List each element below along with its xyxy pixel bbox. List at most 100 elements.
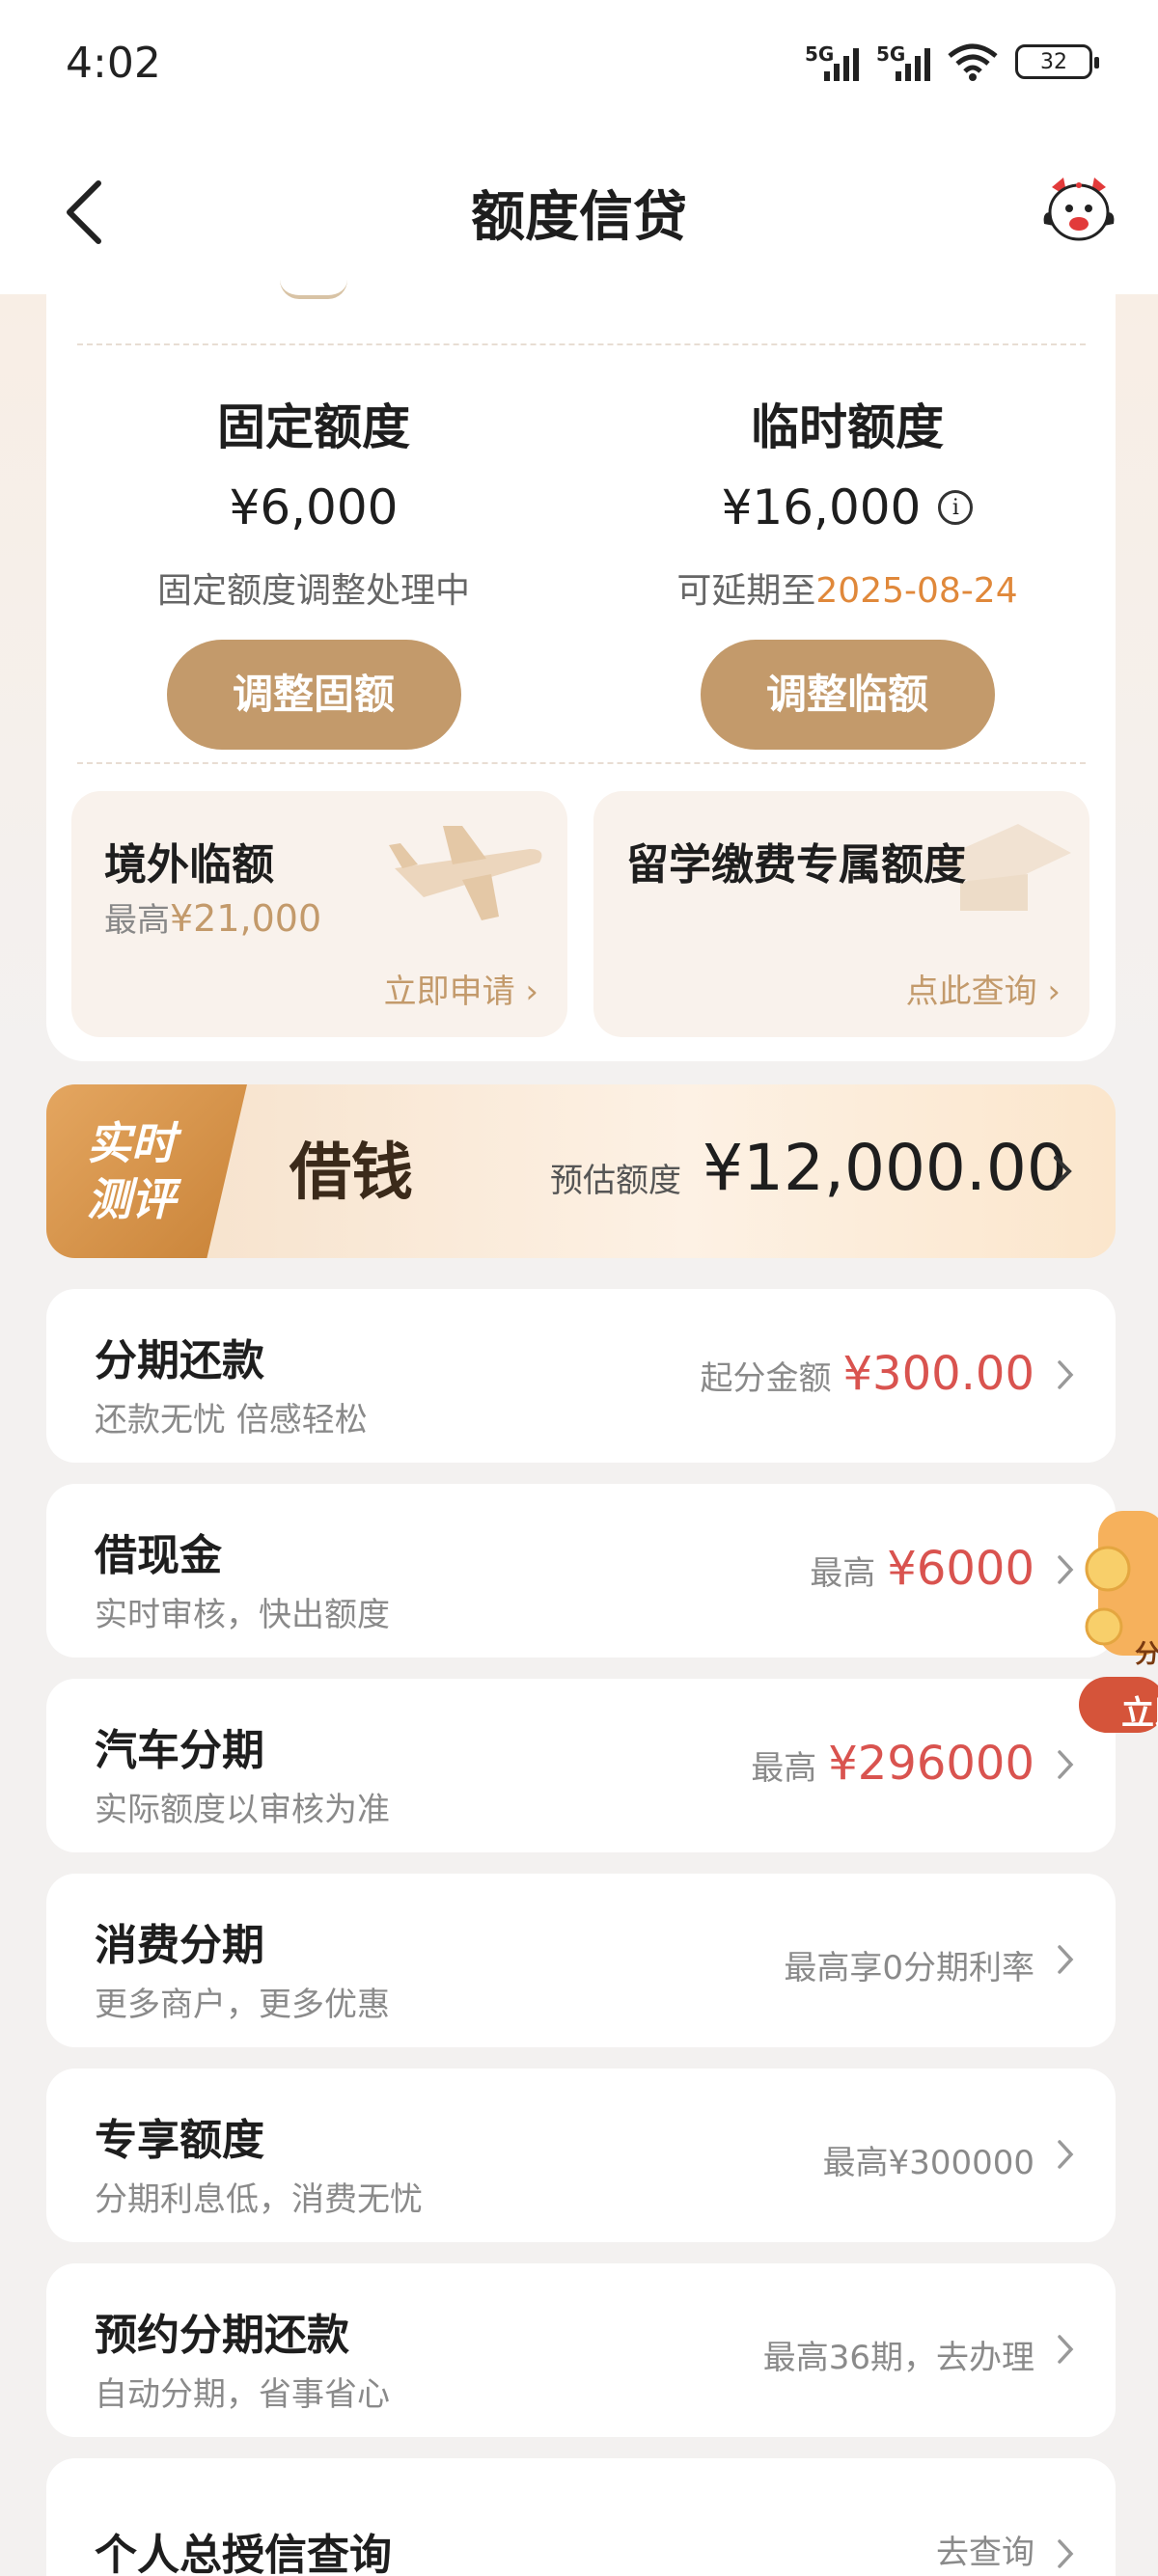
list-item-value-label: 最高 (751, 1749, 817, 1788)
list-item-title: 个人总授信查询 (95, 2531, 392, 2576)
divider (77, 343, 1086, 345)
signal-icon-2: 5G (876, 42, 930, 81)
coin-decoration (280, 280, 347, 299)
chevron-right-icon (1058, 1750, 1074, 1779)
overseas-quota-sub: 最高¥21,000 (104, 893, 321, 941)
chevron-right-icon: › (525, 973, 538, 1011)
battery-icon: 32 (1015, 44, 1099, 79)
list-item-value: 去查询 (936, 2526, 1034, 2573)
installment-repayment-card[interactable]: 分期还款 还款无忧 倍感轻松 起分金额 ¥300.00 (46, 1289, 1116, 1463)
overseas-quota-title: 境外临额 (104, 840, 274, 890)
overseas-apply-label: 立即申请 (383, 973, 515, 1011)
borrow-title: 借钱 (290, 1137, 413, 1209)
estimated-quota-amount: ¥12,000.00 (703, 1131, 1067, 1205)
list-item-subtitle: 分期利息低，消费无忧 (95, 2180, 423, 2219)
page-title: 额度信贷 (471, 186, 687, 249)
list-item-subtitle: 实际额度以审核为准 (95, 1791, 390, 1829)
list-item-title: 预约分期还款 (95, 2311, 349, 2360)
study-fee-query-label: 点此查询 (905, 973, 1037, 1011)
airplane-icon (389, 826, 542, 920)
temp-quota-section: 临时额度 ¥16,000 i 可延期至2025-08-24 调整临额 (654, 389, 1040, 750)
adjust-temp-button[interactable]: 调整临额 (700, 640, 995, 750)
realtime-eval-badge: 实时 测评 (46, 1084, 247, 1258)
list-item-subtitle: 更多商户，更多优惠 (95, 1986, 390, 2024)
study-fee-quota-card[interactable]: 留学缴费专属额度 点此查询 › (593, 791, 1089, 1037)
chevron-right-icon: › (1047, 973, 1061, 1011)
badge-line-1: 实时 (87, 1117, 176, 1169)
signal-icon: 5G (805, 42, 859, 81)
borrow-banner[interactable]: 实时 测评 借钱 预估额度 ¥12,000.00 (46, 1084, 1116, 1258)
list-item-value-amount: ¥300.00 (842, 1347, 1035, 1401)
list-item-subtitle: 实时审核，快出额度 (95, 1596, 390, 1634)
chevron-right-icon (1058, 2140, 1074, 2169)
badge-line-2: 测评 (87, 1173, 176, 1225)
fixed-quota-title: 固定额度 (217, 399, 410, 455)
fixed-quota-note: 固定额度调整处理中 (156, 571, 470, 611)
consumer-installment-card[interactable]: 消费分期 更多商户，更多优惠 最高享0分期利率 (46, 1874, 1116, 2047)
battery-level: 32 (1040, 49, 1067, 74)
status-time: 4:02 (66, 39, 161, 88)
list-item-title: 专享额度 (95, 2116, 264, 2165)
wifi-icon (948, 43, 998, 81)
temp-quota-amount: ¥16,000 i (654, 480, 1040, 535)
list-item-title: 汽车分期 (95, 1726, 264, 1775)
list-item-value-label: 起分金额 (700, 1359, 832, 1398)
floating-promo-widget[interactable]: 分 立即 (1079, 1511, 1158, 1733)
list-item-value-amount: ¥296000 (828, 1737, 1034, 1791)
divider-2 (77, 762, 1086, 764)
list-item-value-label: 最高 (810, 1554, 876, 1593)
chevron-right-icon (1058, 1360, 1074, 1389)
network-type-label-2: 5G (876, 42, 906, 66)
status-icons: 5G 5G 32 (805, 42, 1099, 81)
estimated-quota-label: 预估额度 (550, 1162, 681, 1200)
list-item-subtitle: 还款无忧 倍感轻松 (95, 1401, 368, 1439)
list-item-value: 最高享0分期利率 (784, 1941, 1034, 1988)
temp-quota-value: ¥16,000 (721, 480, 922, 535)
list-item-value-label: 最高36期，去办理 (762, 2339, 1034, 2377)
list-item-value: 最高¥300000 (823, 2136, 1034, 2183)
list-item-subtitle: 自动分期，省事省心 (95, 2375, 390, 2414)
study-fee-quota-title: 留学缴费专属额度 (626, 840, 966, 890)
list-item-value: 最高36期，去办理 (763, 2331, 1034, 2378)
promo-label-2: 立即 (1121, 1694, 1158, 1733)
list-item-value: 最高 ¥6000 (810, 1542, 1034, 1596)
chevron-right-icon (1054, 1156, 1072, 1187)
list-item-title: 分期还款 (95, 1336, 264, 1385)
fixed-quota-value: ¥6,000 (229, 480, 399, 535)
temp-quota-title: 临时额度 (751, 399, 944, 455)
adjust-fixed-button[interactable]: 调整固额 (166, 640, 461, 750)
study-fee-query-link[interactable]: 点此查询 › (906, 965, 1061, 1012)
list-item-value-label: 最高¥300000 (822, 2144, 1034, 2182)
chevron-right-icon (1058, 1945, 1074, 1974)
overseas-quota-card[interactable]: 境外临额 最高¥21,000 立即申请 › (71, 791, 567, 1037)
list-item-title: 消费分期 (95, 1921, 264, 1970)
exclusive-quota-card[interactable]: 专享额度 分期利息低，消费无忧 最高¥300000 (46, 2069, 1116, 2242)
chevron-right-icon (1058, 2335, 1074, 2364)
list-item-value: 起分金额 ¥300.00 (701, 1347, 1035, 1401)
temp-quota-note-prefix: 可延期至 (676, 571, 816, 611)
list-item-value-label: 去查询 (936, 2534, 1034, 2572)
promo-label-1: 分 (1135, 1640, 1158, 1669)
cash-loan-card[interactable]: 借现金 实时审核，快出额度 最高 ¥6000 (46, 1484, 1116, 1658)
mascot-avatar-icon[interactable] (1038, 170, 1119, 251)
car-installment-card[interactable]: 汽车分期 实际额度以审核为准 最高 ¥296000 (46, 1679, 1116, 1852)
overseas-quota-amount: ¥21,000 (170, 897, 322, 940)
temp-quota-note: 可延期至2025-08-24 (654, 562, 1040, 613)
scheduled-installment-card[interactable]: 预约分期还款 自动分期，省事省心 最高36期，去办理 (46, 2263, 1116, 2437)
overseas-apply-link[interactable]: 立即申请 › (384, 965, 538, 1012)
credit-inquiry-card[interactable]: 个人总授信查询 去查询 (46, 2458, 1116, 2576)
temp-quota-note-date: 2025-08-24 (815, 571, 1018, 611)
fixed-quota-section: 固定额度 ¥6,000 固定额度调整处理中 调整固额 (121, 389, 507, 750)
network-type-label: 5G (805, 42, 835, 66)
fixed-quota-amount: ¥6,000 (121, 480, 507, 535)
list-item-title: 借现金 (95, 1531, 222, 1580)
list-item-value: 最高 ¥296000 (751, 1737, 1034, 1791)
header: 额度信贷 (0, 135, 1158, 294)
list-item-value-label: 最高享0分期利率 (784, 1949, 1034, 1987)
chevron-right-icon (1058, 1555, 1074, 1584)
overseas-quota-sub-prefix: 最高 (104, 901, 170, 940)
status-bar: 4:02 5G 5G 32 (0, 0, 1158, 135)
info-icon[interactable]: i (938, 490, 974, 525)
list-item-value-amount: ¥6000 (887, 1542, 1034, 1596)
chevron-right-icon (1058, 2539, 1074, 2568)
